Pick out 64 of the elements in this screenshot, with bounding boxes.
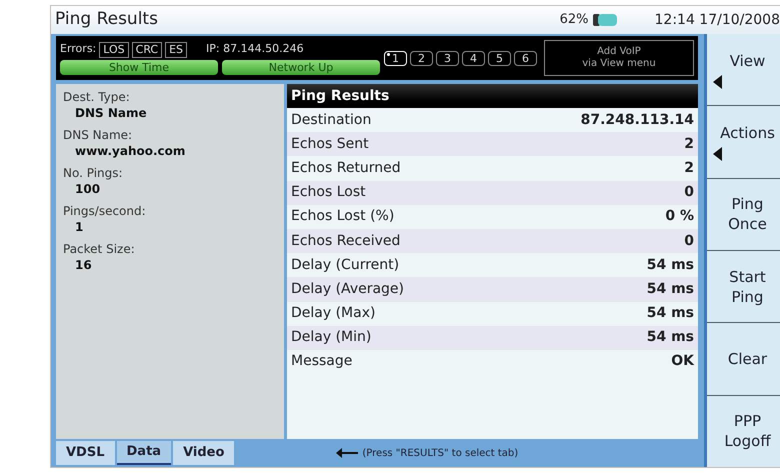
result-name: Delay (Current) bbox=[291, 256, 400, 275]
left-arrow-icon bbox=[336, 448, 358, 458]
voip-note: Add VoIP via View menu bbox=[544, 40, 694, 76]
result-value: 0 bbox=[684, 183, 694, 202]
setting-value: 1 bbox=[74, 219, 84, 236]
battery-icon bbox=[592, 13, 618, 27]
result-name: Delay (Average) bbox=[291, 280, 404, 299]
result-name: Message bbox=[291, 352, 352, 372]
result-name: Destination bbox=[291, 110, 372, 130]
result-value: 0 % bbox=[665, 207, 694, 226]
clock: 12:14 17/10/2008 bbox=[654, 10, 780, 30]
tab[interactable]: Data bbox=[116, 441, 172, 465]
submenu-arrow-icon bbox=[713, 74, 722, 89]
results-header: Ping Results bbox=[287, 84, 698, 108]
ip-address: IP: 87.144.50.246 bbox=[206, 41, 304, 58]
softkey-button[interactable]: View bbox=[707, 34, 780, 106]
channel-button[interactable]: 6 bbox=[514, 50, 537, 66]
result-value: 2 bbox=[684, 158, 694, 178]
channel-button[interactable]: 4 bbox=[462, 50, 485, 66]
result-name: Echos Lost (%) bbox=[291, 207, 394, 226]
tab[interactable]: Video bbox=[173, 441, 234, 465]
softkey-button[interactable]: Actions bbox=[707, 106, 780, 179]
setting-label: DNS Name: bbox=[63, 128, 134, 143]
channel-button[interactable]: 5 bbox=[488, 50, 511, 66]
result-name: Echos Sent bbox=[291, 134, 369, 154]
result-name: Delay (Max) bbox=[291, 304, 376, 324]
result-value: 54 ms bbox=[646, 280, 694, 299]
result-name: Echos Received bbox=[291, 232, 400, 251]
setting-value: 100 bbox=[74, 181, 102, 198]
result-name: Delay (Min) bbox=[291, 328, 372, 348]
submenu-arrow-icon bbox=[713, 146, 722, 161]
result-value: OK bbox=[671, 352, 694, 372]
setting-value: DNS Name bbox=[74, 105, 148, 122]
error-indicator: ES bbox=[165, 42, 188, 58]
status-indicator: Show Time bbox=[60, 60, 218, 75]
softkey-button[interactable]: Ping Once bbox=[707, 178, 780, 251]
setting-label: Pings/second: bbox=[63, 204, 147, 219]
channel-button[interactable]: 2 bbox=[410, 50, 433, 66]
softkey-button[interactable]: Start Ping bbox=[707, 250, 780, 324]
result-value: 54 ms bbox=[646, 256, 694, 275]
result-value: 54 ms bbox=[646, 328, 694, 348]
result-value: 0 bbox=[684, 232, 694, 251]
setting-value: 16 bbox=[74, 257, 93, 274]
error-indicator: CRC bbox=[132, 42, 162, 58]
status-indicator: Network Up bbox=[222, 60, 380, 75]
setting-label: Packet Size: bbox=[63, 242, 136, 257]
result-name: Echos Returned bbox=[291, 158, 401, 178]
setting-label: Dest. Type: bbox=[63, 90, 131, 105]
hint-text: (Press "RESULTS" to select tab) bbox=[362, 446, 518, 460]
result-value: 87.248.113.14 bbox=[580, 110, 694, 130]
error-indicator: LOS bbox=[99, 42, 129, 58]
errors-label: Errors: bbox=[60, 41, 96, 58]
channel-button[interactable]: 3 bbox=[436, 50, 459, 66]
window-title: Ping Results bbox=[55, 8, 158, 32]
setting-value: www.yahoo.com bbox=[74, 143, 186, 160]
result-value: 54 ms bbox=[646, 304, 694, 324]
softkey-button[interactable]: PPP Logoff bbox=[707, 396, 780, 467]
tab[interactable]: VDSL bbox=[56, 441, 114, 465]
result-name: Echos Lost bbox=[291, 183, 366, 202]
result-value: 2 bbox=[684, 134, 694, 154]
softkey-button[interactable]: Clear bbox=[707, 323, 780, 396]
channel-button[interactable]: 1 bbox=[384, 50, 407, 66]
battery-percent: 62% bbox=[560, 11, 588, 30]
setting-label: No. Pings: bbox=[63, 166, 124, 181]
